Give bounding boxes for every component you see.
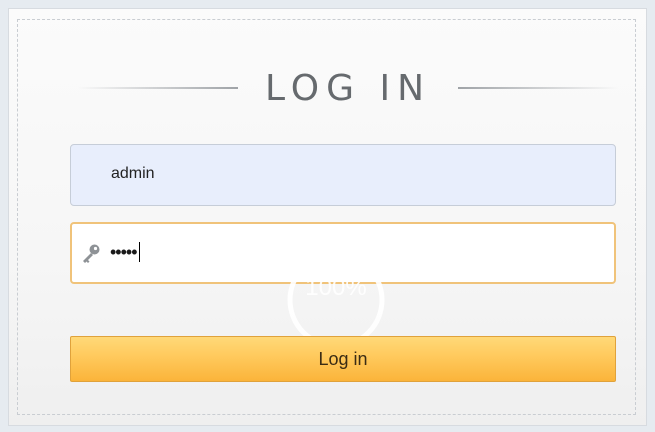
key-icon [80,242,102,264]
login-window: LOG IN admin ••••• 100% Log in [0,0,655,432]
title-row: LOG IN [18,64,635,112]
text-caret [138,242,140,262]
login-button[interactable]: Log in [70,336,616,382]
login-panel-border: LOG IN admin ••••• 100% Log in [17,19,636,415]
title-divider-left [78,87,238,89]
login-panel: LOG IN admin ••••• 100% Log in [8,8,647,426]
login-title: LOG IN [265,68,431,109]
password-mask: ••••• [110,242,137,262]
username-field[interactable]: admin [70,144,616,206]
loading-percentage: 100% [305,274,367,301]
password-value: ••••• [110,242,140,263]
username-value: admin [111,165,155,182]
title-divider-right [458,87,618,89]
